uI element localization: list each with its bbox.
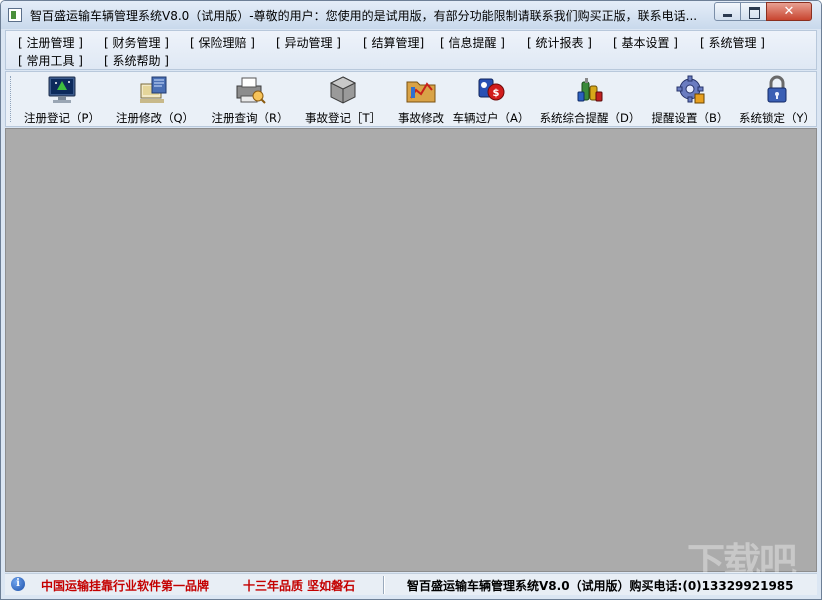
vehicle-transfer-label: 车辆过户（A）	[452, 111, 530, 125]
minimize-button[interactable]	[714, 2, 741, 21]
menu-bar: [ 注册管理 ] [ 财务管理 ] [ 保险理赔 ] [ 异动管理 ] [ 结算…	[5, 30, 817, 70]
status-slogan-quality: 十三年品质 坚如磐石	[243, 579, 356, 593]
status-bar: i 中国运输挂靠行业软件第一品牌 十三年品质 坚如磐石 智百盛运输车辆管理系统V…	[5, 573, 817, 595]
lock-icon	[767, 75, 787, 103]
menu-basic-settings[interactable]: [ 基本设置 ]	[613, 34, 678, 51]
printer-search-icon	[236, 77, 266, 104]
folder-chart-icon	[406, 81, 436, 103]
register-query-label: 注册查询（R）	[211, 111, 289, 125]
maximize-button[interactable]	[740, 2, 767, 21]
menu-change[interactable]: [ 异动管理 ]	[276, 34, 341, 51]
register-edit-label: 注册修改（Q）	[115, 111, 195, 125]
info-icon: i	[11, 577, 25, 591]
toolbar-grip[interactable]	[10, 76, 13, 122]
mdi-workspace[interactable]	[5, 128, 817, 572]
menu-tools[interactable]: [ 常用工具 ]	[18, 52, 83, 69]
accident-edit-label: 事故修改	[398, 111, 444, 125]
transfer-icon: $	[478, 78, 505, 101]
menu-system[interactable]: [ 系统管理 ]	[700, 34, 765, 51]
app-window: 智百盛运输车辆管理系统V8.0（试用版）-尊敬的用户：您使用的是试用版，有部分功…	[0, 0, 822, 600]
menu-settlement[interactable]: [ 结算管理]	[363, 34, 424, 51]
title-bar[interactable]: 智百盛运输车辆管理系统V8.0（试用版）-尊敬的用户：您使用的是试用版，有部分功…	[1, 1, 821, 29]
cube-icon	[329, 76, 357, 104]
vehicle-transfer-button[interactable]: $ 车辆过户（A）	[452, 74, 530, 126]
menu-alerts[interactable]: [ 信息提醒 ]	[440, 34, 505, 51]
system-alert-label: 系统综合提醒（D）	[539, 111, 641, 125]
monitor-icon	[48, 76, 76, 103]
app-icon[interactable]	[8, 8, 22, 22]
toolbar: 注册登记（P） 注册修改（Q） 注册查询（R） 事故登记［T］ 事故修改 $ 车…	[5, 71, 817, 127]
accident-register-button[interactable]: 事故登记［T］	[300, 74, 386, 126]
register-query-button[interactable]: 注册查询（R）	[206, 74, 294, 126]
system-lock-label: 系统锁定（Y）	[738, 111, 816, 125]
svg-text:$: $	[493, 88, 500, 99]
close-button[interactable]: ✕	[766, 2, 812, 21]
alert-settings-label: 提醒设置（B）	[651, 111, 729, 125]
alert-bottles-icon	[577, 78, 603, 102]
accident-register-label: 事故登记［T］	[304, 111, 382, 125]
register-edit-button[interactable]: 注册修改（Q）	[112, 74, 198, 126]
menu-help[interactable]: [ 系统帮助 ]	[104, 52, 169, 69]
window-title: 智百盛运输车辆管理系统V8.0（试用版）-尊敬的用户：您使用的是试用版，有部分功…	[30, 9, 698, 23]
gear-icon	[676, 75, 705, 104]
alert-settings-button[interactable]: 提醒设置（B）	[650, 74, 730, 126]
status-product-info: 智百盛运输车辆管理系统V8.0（试用版）购买电话:(0)13329921985	[407, 579, 794, 593]
system-alert-button[interactable]: 系统综合提醒（D）	[538, 74, 642, 126]
accident-edit-button[interactable]: 事故修改	[392, 74, 450, 126]
close-icon: ✕	[783, 4, 795, 19]
menu-finance[interactable]: [ 财务管理 ]	[104, 34, 169, 51]
register-button[interactable]: 注册登记（P）	[20, 74, 104, 126]
menu-insurance[interactable]: [ 保险理赔 ]	[190, 34, 255, 51]
computer-edit-icon	[140, 76, 167, 103]
status-divider	[383, 576, 385, 594]
menu-register[interactable]: [ 注册管理 ]	[18, 34, 83, 51]
menu-reports[interactable]: [ 统计报表 ]	[527, 34, 592, 51]
status-slogan-brand: 中国运输挂靠行业软件第一品牌	[41, 579, 210, 593]
system-lock-button[interactable]: 系统锁定（Y）	[738, 74, 816, 126]
register-label: 注册登记（P）	[24, 111, 100, 125]
